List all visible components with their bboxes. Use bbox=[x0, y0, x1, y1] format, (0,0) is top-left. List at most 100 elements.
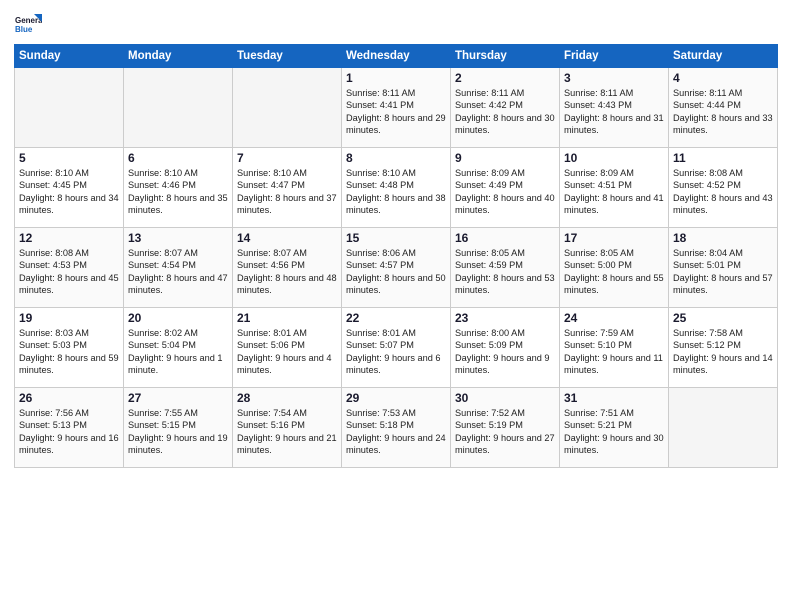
week-row-3: 12 Sunrise: 8:08 AM Sunset: 4:53 PM Dayli… bbox=[15, 228, 778, 308]
weekday-wednesday: Wednesday bbox=[342, 45, 451, 68]
day-info: Sunrise: 8:02 AM Sunset: 5:04 PM Dayligh… bbox=[128, 327, 228, 377]
day-info: Sunrise: 8:09 AM Sunset: 4:49 PM Dayligh… bbox=[455, 167, 555, 217]
day-number: 12 bbox=[19, 231, 119, 245]
day-number: 25 bbox=[673, 311, 773, 325]
day-number: 6 bbox=[128, 151, 228, 165]
calendar-cell: 11 Sunrise: 8:08 AM Sunset: 4:52 PM Dayli… bbox=[669, 148, 778, 228]
day-number: 16 bbox=[455, 231, 555, 245]
calendar-cell: 31 Sunrise: 7:51 AM Sunset: 5:21 PM Dayli… bbox=[560, 388, 669, 468]
day-number: 30 bbox=[455, 391, 555, 405]
week-row-5: 26Sunrise: 7:56 AM Sunset: 5:13 PM Dayli… bbox=[15, 388, 778, 468]
day-number: 5 bbox=[19, 151, 119, 165]
day-info: Sunrise: 8:11 AM Sunset: 4:41 PM Dayligh… bbox=[346, 87, 446, 137]
calendar-cell: 29Sunrise: 7:53 AM Sunset: 5:18 PM Dayli… bbox=[342, 388, 451, 468]
weekday-saturday: Saturday bbox=[669, 45, 778, 68]
calendar-table: SundayMondayTuesdayWednesdayThursdayFrid… bbox=[14, 44, 778, 468]
calendar-cell: 6Sunrise: 8:10 AM Sunset: 4:46 PM Daylig… bbox=[124, 148, 233, 228]
day-number: 2 bbox=[455, 71, 555, 85]
day-info: Sunrise: 8:10 AM Sunset: 4:45 PM Dayligh… bbox=[19, 167, 119, 217]
day-number: 17 bbox=[564, 231, 664, 245]
calendar-cell bbox=[124, 68, 233, 148]
day-info: Sunrise: 7:59 AM Sunset: 5:10 PM Dayligh… bbox=[564, 327, 664, 377]
day-info: Sunrise: 8:05 AM Sunset: 4:59 PM Dayligh… bbox=[455, 247, 555, 297]
calendar-cell: 3 Sunrise: 8:11 AM Sunset: 4:43 PM Daylig… bbox=[560, 68, 669, 148]
weekday-thursday: Thursday bbox=[451, 45, 560, 68]
day-info: Sunrise: 7:55 AM Sunset: 5:15 PM Dayligh… bbox=[128, 407, 228, 457]
day-info: Sunrise: 7:51 AM Sunset: 5:21 PM Dayligh… bbox=[564, 407, 664, 457]
logo-icon: General Blue bbox=[14, 10, 42, 38]
calendar-cell: 25 Sunrise: 7:58 AM Sunset: 5:12 PM Dayli… bbox=[669, 308, 778, 388]
day-info: Sunrise: 8:04 AM Sunset: 5:01 PM Dayligh… bbox=[673, 247, 773, 297]
weekday-tuesday: Tuesday bbox=[233, 45, 342, 68]
calendar-cell bbox=[233, 68, 342, 148]
day-info: Sunrise: 8:00 AM Sunset: 5:09 PM Dayligh… bbox=[455, 327, 555, 377]
day-info: Sunrise: 8:10 AM Sunset: 4:48 PM Dayligh… bbox=[346, 167, 446, 217]
calendar-cell: 18 Sunrise: 8:04 AM Sunset: 5:01 PM Dayli… bbox=[669, 228, 778, 308]
day-number: 19 bbox=[19, 311, 119, 325]
calendar-cell: 20 Sunrise: 8:02 AM Sunset: 5:04 PM Dayli… bbox=[124, 308, 233, 388]
day-number: 14 bbox=[237, 231, 337, 245]
day-info: Sunrise: 8:06 AM Sunset: 4:57 PM Dayligh… bbox=[346, 247, 446, 297]
calendar-cell: 28Sunrise: 7:54 AM Sunset: 5:16 PM Dayli… bbox=[233, 388, 342, 468]
calendar-cell: 19Sunrise: 8:03 AM Sunset: 5:03 PM Dayli… bbox=[15, 308, 124, 388]
day-info: Sunrise: 8:07 AM Sunset: 4:56 PM Dayligh… bbox=[237, 247, 337, 297]
day-info: Sunrise: 7:58 AM Sunset: 5:12 PM Dayligh… bbox=[673, 327, 773, 377]
day-number: 3 bbox=[564, 71, 664, 85]
day-number: 11 bbox=[673, 151, 773, 165]
day-info: Sunrise: 8:10 AM Sunset: 4:47 PM Dayligh… bbox=[237, 167, 337, 217]
day-number: 28 bbox=[237, 391, 337, 405]
day-number: 31 bbox=[564, 391, 664, 405]
day-info: Sunrise: 8:11 AM Sunset: 4:43 PM Dayligh… bbox=[564, 87, 664, 137]
day-number: 24 bbox=[564, 311, 664, 325]
weekday-sunday: Sunday bbox=[15, 45, 124, 68]
svg-text:Blue: Blue bbox=[15, 25, 33, 34]
day-number: 20 bbox=[128, 311, 228, 325]
day-number: 27 bbox=[128, 391, 228, 405]
day-number: 13 bbox=[128, 231, 228, 245]
day-number: 15 bbox=[346, 231, 446, 245]
week-row-4: 19Sunrise: 8:03 AM Sunset: 5:03 PM Dayli… bbox=[15, 308, 778, 388]
day-info: Sunrise: 8:08 AM Sunset: 4:52 PM Dayligh… bbox=[673, 167, 773, 217]
day-info: Sunrise: 7:52 AM Sunset: 5:19 PM Dayligh… bbox=[455, 407, 555, 457]
day-number: 23 bbox=[455, 311, 555, 325]
calendar-cell: 2Sunrise: 8:11 AM Sunset: 4:42 PM Daylig… bbox=[451, 68, 560, 148]
calendar-cell: 16 Sunrise: 8:05 AM Sunset: 4:59 PM Dayli… bbox=[451, 228, 560, 308]
calendar-cell: 15 Sunrise: 8:06 AM Sunset: 4:57 PM Dayli… bbox=[342, 228, 451, 308]
header: General Blue bbox=[14, 10, 778, 38]
day-info: Sunrise: 7:53 AM Sunset: 5:18 PM Dayligh… bbox=[346, 407, 446, 457]
day-number: 26 bbox=[19, 391, 119, 405]
day-info: Sunrise: 8:05 AM Sunset: 5:00 PM Dayligh… bbox=[564, 247, 664, 297]
calendar-cell: 7Sunrise: 8:10 AM Sunset: 4:47 PM Daylig… bbox=[233, 148, 342, 228]
day-number: 21 bbox=[237, 311, 337, 325]
calendar-cell: 1 Sunrise: 8:11 AM Sunset: 4:41 PM Daylig… bbox=[342, 68, 451, 148]
calendar-cell: 27 Sunrise: 7:55 AM Sunset: 5:15 PM Dayli… bbox=[124, 388, 233, 468]
day-number: 1 bbox=[346, 71, 446, 85]
day-info: Sunrise: 8:08 AM Sunset: 4:53 PM Dayligh… bbox=[19, 247, 119, 297]
calendar-cell: 24 Sunrise: 7:59 AM Sunset: 5:10 PM Dayli… bbox=[560, 308, 669, 388]
calendar-cell: 23 Sunrise: 8:00 AM Sunset: 5:09 PM Dayli… bbox=[451, 308, 560, 388]
calendar-cell: 5 Sunrise: 8:10 AM Sunset: 4:45 PM Daylig… bbox=[15, 148, 124, 228]
day-info: Sunrise: 8:01 AM Sunset: 5:06 PM Dayligh… bbox=[237, 327, 337, 377]
calendar-cell: 13 Sunrise: 8:07 AM Sunset: 4:54 PM Dayli… bbox=[124, 228, 233, 308]
calendar-cell bbox=[669, 388, 778, 468]
day-number: 10 bbox=[564, 151, 664, 165]
weekday-header-row: SundayMondayTuesdayWednesdayThursdayFrid… bbox=[15, 45, 778, 68]
calendar-cell: 10Sunrise: 8:09 AM Sunset: 4:51 PM Dayli… bbox=[560, 148, 669, 228]
week-row-2: 5 Sunrise: 8:10 AM Sunset: 4:45 PM Daylig… bbox=[15, 148, 778, 228]
calendar-cell: 12 Sunrise: 8:08 AM Sunset: 4:53 PM Dayli… bbox=[15, 228, 124, 308]
day-info: Sunrise: 8:11 AM Sunset: 4:44 PM Dayligh… bbox=[673, 87, 773, 137]
weekday-monday: Monday bbox=[124, 45, 233, 68]
calendar-cell: 8 Sunrise: 8:10 AM Sunset: 4:48 PM Daylig… bbox=[342, 148, 451, 228]
calendar-cell: 14 Sunrise: 8:07 AM Sunset: 4:56 PM Dayli… bbox=[233, 228, 342, 308]
weekday-friday: Friday bbox=[560, 45, 669, 68]
calendar-cell: 26Sunrise: 7:56 AM Sunset: 5:13 PM Dayli… bbox=[15, 388, 124, 468]
day-number: 4 bbox=[673, 71, 773, 85]
calendar-cell: 4 Sunrise: 8:11 AM Sunset: 4:44 PM Daylig… bbox=[669, 68, 778, 148]
day-number: 8 bbox=[346, 151, 446, 165]
day-info: Sunrise: 8:01 AM Sunset: 5:07 PM Dayligh… bbox=[346, 327, 446, 377]
calendar-cell: 30 Sunrise: 7:52 AM Sunset: 5:19 PM Dayli… bbox=[451, 388, 560, 468]
day-number: 9 bbox=[455, 151, 555, 165]
day-number: 18 bbox=[673, 231, 773, 245]
day-info: Sunrise: 8:07 AM Sunset: 4:54 PM Dayligh… bbox=[128, 247, 228, 297]
week-row-1: 1 Sunrise: 8:11 AM Sunset: 4:41 PM Daylig… bbox=[15, 68, 778, 148]
